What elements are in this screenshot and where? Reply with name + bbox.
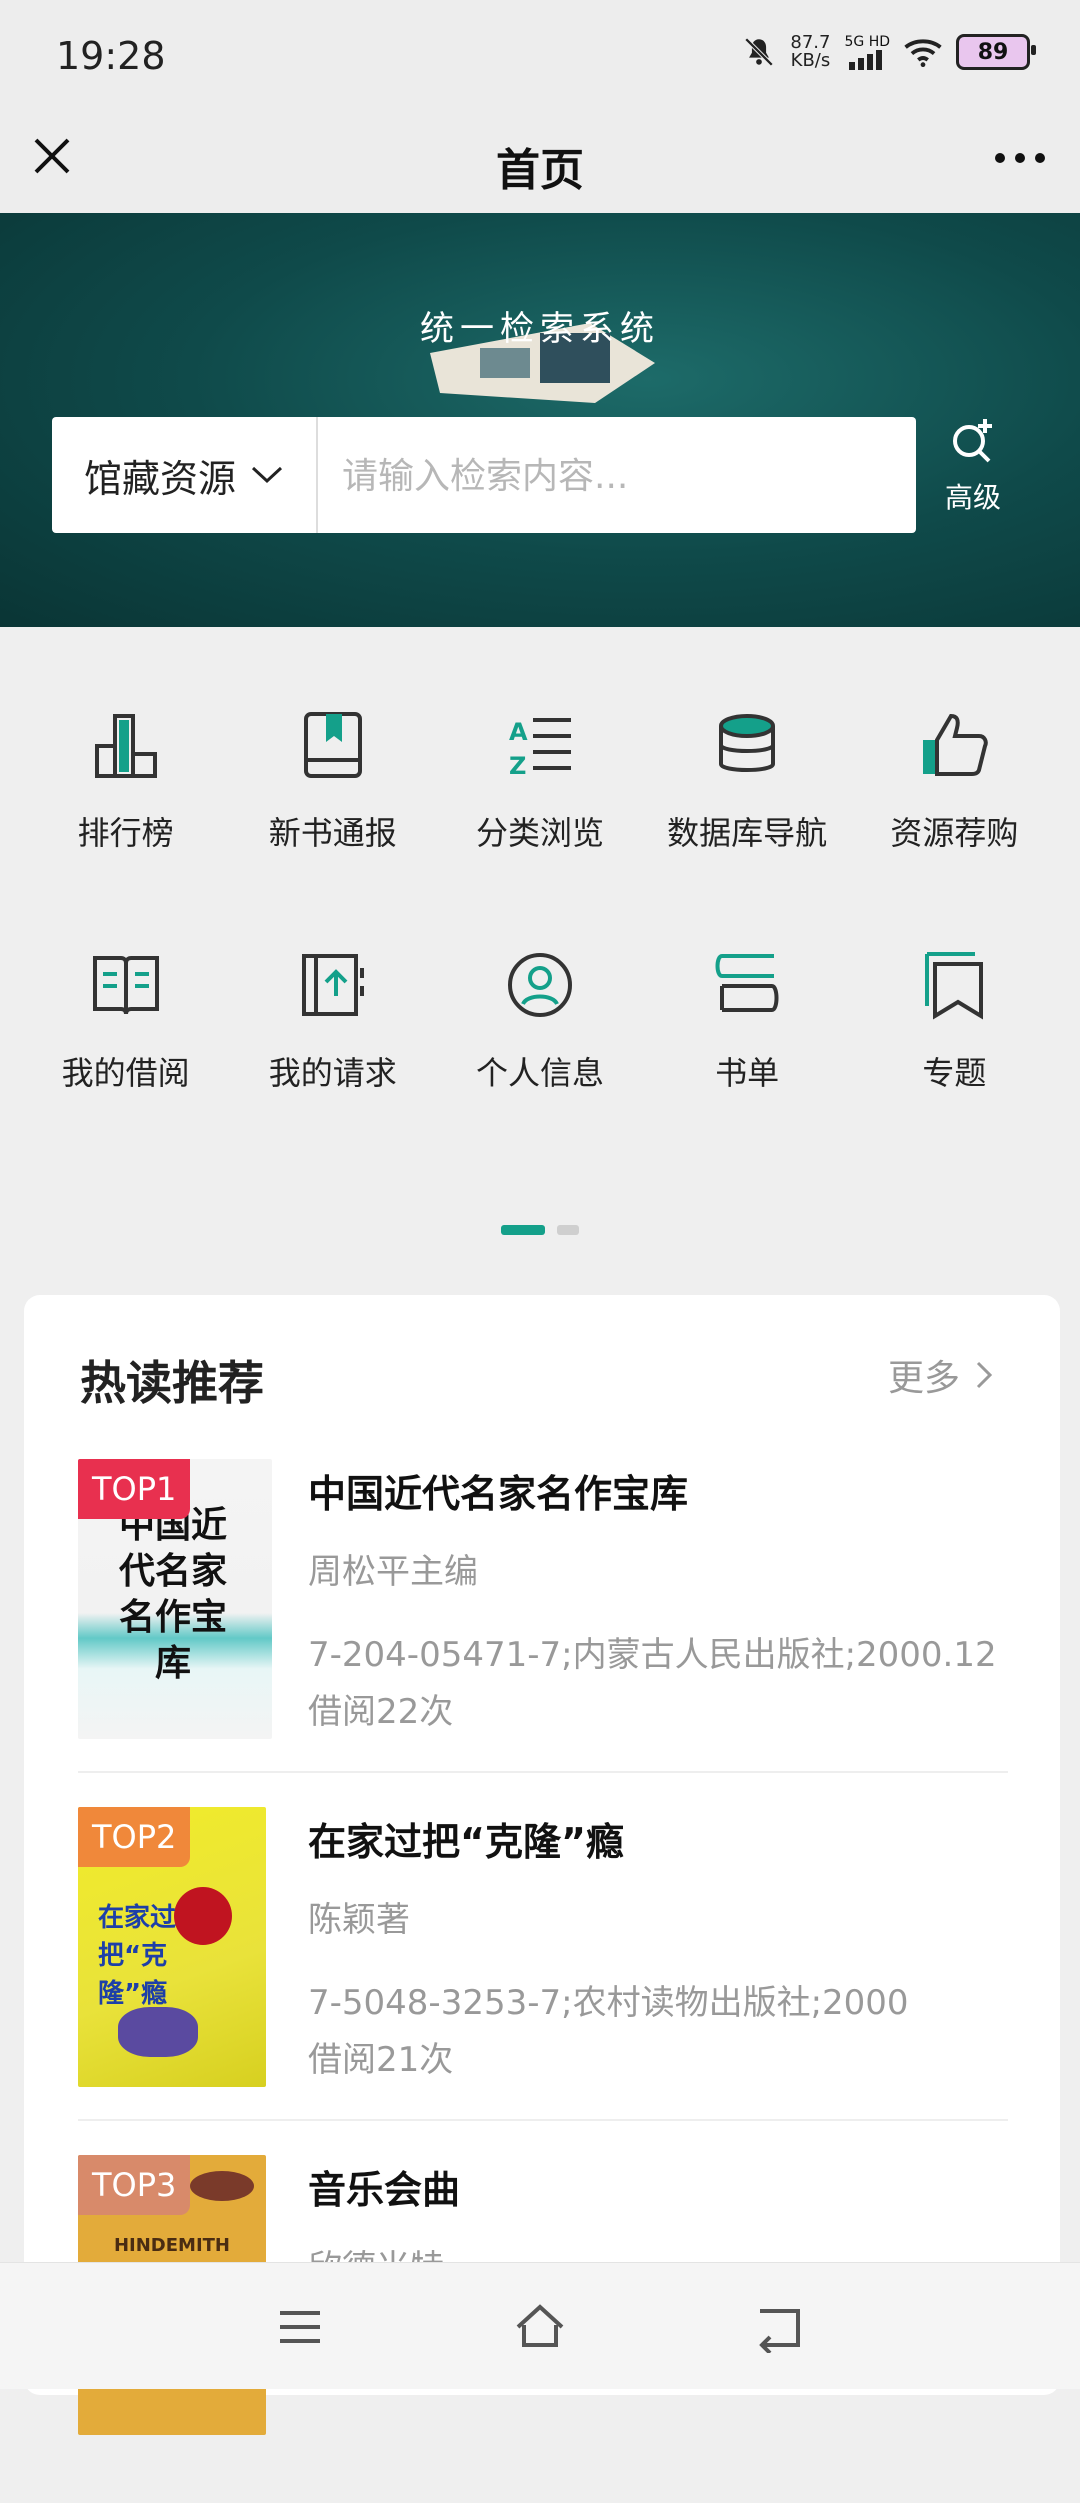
book-cover-text: 中国近代名家名作宝库 xyxy=(118,1505,227,1684)
banner-title: 统一检索系统 xyxy=(420,309,660,349)
svg-text:Z: Z xyxy=(509,752,526,780)
bookmark-icon xyxy=(925,952,984,1020)
open-book-icon xyxy=(92,956,159,1015)
book-icon xyxy=(303,712,362,778)
book-author: 周松平主编 xyxy=(308,1552,478,1592)
page-dot-active[interactable] xyxy=(501,1225,545,1235)
tile-my-borrowing[interactable]: 我的借阅 xyxy=(28,950,223,1190)
book-meta: 7-5048-3253-7;农村读物出版社;2000 xyxy=(308,1983,909,2023)
tile-category-browse[interactable]: A Z 分类浏览 xyxy=(442,710,637,950)
thumb-up-icon xyxy=(923,713,989,776)
tile-label: 我的请求 xyxy=(268,1054,397,1092)
net-speed-unit: KB/s xyxy=(790,50,831,71)
divider xyxy=(78,2119,1008,2121)
title-bar: 首页 xyxy=(0,110,1080,213)
tile-new-books[interactable]: 新书通报 xyxy=(235,710,430,950)
book-item[interactable]: 中国近代名家名作宝库 TOP1 中国近代名家名作宝库 周松平主编 7-204-0… xyxy=(78,1459,1018,1807)
tile-label: 新书通报 xyxy=(268,814,397,852)
tile-label: 资源荐购 xyxy=(890,814,1019,852)
signal: 5G HD xyxy=(844,34,890,70)
ranking-icon xyxy=(94,714,157,778)
back-icon[interactable] xyxy=(754,2301,806,2353)
book-cover: 在家过把“克隆”瘾 TOP2 xyxy=(78,1807,266,2087)
tile-label: 我的借阅 xyxy=(61,1054,190,1092)
more-options-icon[interactable] xyxy=(990,138,1050,178)
page-indicator xyxy=(0,1225,1080,1235)
function-grid-row-2: 我的借阅 我的请求 个人信息 书单 专题 xyxy=(0,950,1080,1190)
tile-my-requests[interactable]: 我的请求 xyxy=(235,950,430,1190)
book-borrow-count: 借阅21次 xyxy=(308,2040,454,2080)
book-author: 陈颖著 xyxy=(308,1900,410,1940)
net-speed: 87.7 KB/s xyxy=(790,34,830,70)
az-list-icon: A Z xyxy=(509,718,571,780)
booklist-icon xyxy=(715,954,779,1012)
advanced-search-button[interactable]: 高级 xyxy=(938,413,1008,516)
book-title: 在家过把“克隆”瘾 xyxy=(308,1820,624,1864)
search-bar: 馆藏资源 xyxy=(52,417,916,535)
tile-resource-recommend[interactable]: 资源荐购 xyxy=(857,710,1052,950)
chevron-down-icon xyxy=(251,466,283,484)
mute-bell-icon xyxy=(745,37,774,67)
search-input[interactable] xyxy=(318,417,916,535)
wifi-icon xyxy=(904,39,942,67)
book-info: 中国近代名家名作宝库 周松平主编 7-204-05471-7;内蒙古人民出版社;… xyxy=(308,1459,1018,1733)
function-grid-row-1: 排行榜 新书通报 A Z 分类浏览 数据库导航 资源荐购 xyxy=(0,710,1080,950)
book-title: 音乐会曲 xyxy=(308,2168,461,2212)
section-title: 热读推荐 xyxy=(80,1356,264,1410)
more-link[interactable]: 更多 xyxy=(888,1349,994,1401)
status-time: 19:28 xyxy=(56,34,166,78)
signal-label: 5G HD xyxy=(844,34,890,50)
tile-label: 个人信息 xyxy=(475,1054,604,1092)
signal-bars-icon xyxy=(849,50,883,70)
menu-icon[interactable] xyxy=(274,2301,326,2353)
rank-badge: TOP2 xyxy=(78,1807,191,1867)
more-label: 更多 xyxy=(887,1358,960,1399)
page-dot[interactable] xyxy=(557,1225,579,1235)
tile-database-nav[interactable]: 数据库导航 xyxy=(650,710,845,950)
tile-ranking[interactable]: 排行榜 xyxy=(28,710,223,950)
battery-indicator: 89 xyxy=(956,34,1036,70)
advanced-search-icon xyxy=(953,419,992,463)
divider xyxy=(78,1771,1008,1773)
book-title: 中国近代名家名作宝库 xyxy=(308,1472,689,1516)
tile-personal-info[interactable]: 个人信息 xyxy=(442,950,637,1190)
tile-label: 分类浏览 xyxy=(475,814,604,852)
tile-booklist[interactable]: 书单 xyxy=(650,950,845,1190)
home-icon[interactable] xyxy=(514,2301,566,2353)
rank-badge: TOP3 xyxy=(78,2155,191,2215)
tile-label: 数据库导航 xyxy=(667,814,828,852)
svg-text:A: A xyxy=(509,718,528,746)
advanced-search-label: 高级 xyxy=(944,481,1001,514)
user-icon xyxy=(507,953,572,1017)
status-bar: 19:28 87.7 KB/s 5G HD 89 xyxy=(0,0,1080,110)
tile-label: 书单 xyxy=(715,1054,780,1092)
page-title: 首页 xyxy=(496,145,584,196)
book-cover-text: HINDEMITH xyxy=(113,2235,230,2256)
cover-figure-image xyxy=(118,2007,198,2057)
book-meta: 7-204-05471-7;内蒙古人民出版社;2000.12 xyxy=(308,1635,997,1675)
book-borrow-count: 借阅22次 xyxy=(308,1692,454,1732)
book-info: 在家过把“克隆”瘾 陈颖著 7-5048-3253-7;农村读物出版社;2000… xyxy=(308,1807,1018,2081)
book-cover: 中国近代名家名作宝库 TOP1 xyxy=(78,1459,272,1739)
hot-reads-card: 热读推荐 更多 中国近代名家名作宝库 TOP1 中国近代名家名作宝库 周松平主编… xyxy=(24,1295,1060,2435)
tile-label: 排行榜 xyxy=(77,814,174,852)
request-icon xyxy=(301,954,364,1016)
search-scope-label: 馆藏资源 xyxy=(83,456,236,501)
tile-label: 专题 xyxy=(922,1054,987,1092)
function-grid: 排行榜 新书通报 A Z 分类浏览 数据库导航 资源荐购 我的借阅 我的请求 个… xyxy=(0,710,1080,1190)
rank-badge: TOP1 xyxy=(78,1459,191,1519)
book-cover-text: 在家过把“克隆”瘾 xyxy=(98,1903,177,2009)
cover-emblem-image xyxy=(190,2171,254,2201)
database-icon xyxy=(719,714,776,772)
tile-topics[interactable]: 专题 xyxy=(857,950,1052,1190)
status-icons: 87.7 KB/s 5G HD 89 xyxy=(742,34,1036,70)
chevron-right-icon xyxy=(976,1361,993,1389)
search-banner: 统一检索系统 馆藏资源 高级 xyxy=(0,213,1080,627)
book-item[interactable]: 在家过把“克隆”瘾 TOP2 在家过把“克隆”瘾 陈颖著 7-5048-3253… xyxy=(78,1807,1018,2155)
search-scope-dropdown[interactable]: 馆藏资源 xyxy=(52,417,318,533)
system-nav-bar xyxy=(0,2262,1080,2389)
